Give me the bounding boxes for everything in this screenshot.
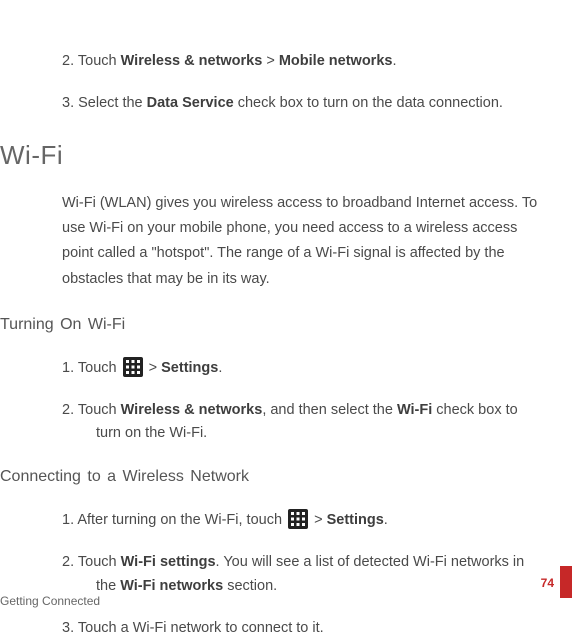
- text: Touch a Wi-Fi network to connect to it.: [78, 620, 324, 636]
- text: >: [145, 360, 162, 376]
- text: the: [96, 578, 120, 594]
- text: After turning on the Wi-Fi, touch: [77, 512, 286, 528]
- bold-text: Settings: [327, 512, 384, 528]
- bold-text: Mobile networks: [279, 53, 393, 69]
- text: Touch: [78, 53, 121, 69]
- bold-text: Wi-Fi: [397, 402, 432, 418]
- bold-text: Data Service: [147, 95, 234, 111]
- text: Select the: [78, 95, 147, 111]
- bold-text: Wi-Fi networks: [120, 578, 223, 594]
- text: Touch: [78, 360, 121, 376]
- list-item: 2. Touch Wireless & networks > Mobile ne…: [62, 50, 542, 74]
- page-number: 74: [541, 576, 554, 590]
- bold-text: Wireless & networks: [121, 53, 263, 69]
- step-number: 3.: [62, 620, 74, 636]
- apps-grid-icon: [123, 357, 143, 377]
- text: , and then select the: [262, 402, 397, 418]
- step-number: 2.: [62, 554, 74, 570]
- text: check box to turn on the data connection…: [234, 95, 503, 111]
- list-item: 3. Touch a Wi-Fi network to connect to i…: [62, 617, 542, 640]
- text: .: [218, 360, 222, 376]
- heading-wifi: Wi-Fi: [0, 134, 542, 177]
- list-item: 1. Touch > Settings.: [62, 357, 542, 381]
- list-item: 1. After turning on the Wi-Fi, touch > S…: [62, 509, 542, 533]
- step-number: 1.: [62, 512, 74, 528]
- bold-text: Settings: [161, 360, 218, 376]
- step-number: 2.: [62, 53, 74, 69]
- text: section.: [223, 578, 277, 594]
- list-item: 2. Touch Wi-Fi settings. You will see a …: [62, 551, 542, 599]
- text: check box to: [432, 402, 517, 418]
- text: turn on the Wi-Fi.: [62, 422, 542, 446]
- list-item: 3. Select the Data Service check box to …: [62, 92, 542, 116]
- text: Touch: [78, 402, 121, 418]
- step-number: 2.: [62, 402, 74, 418]
- text: .: [384, 512, 388, 528]
- list-item: 2. Touch Wireless & networks, and then s…: [62, 399, 542, 447]
- bold-text: Wireless & networks: [121, 402, 263, 418]
- text: >: [262, 53, 279, 69]
- apps-grid-icon: [288, 509, 308, 529]
- footer-text: Getting Connected: [0, 594, 100, 608]
- step-number: 1.: [62, 360, 74, 376]
- heading-connecting: Connecting to a Wireless Network: [0, 464, 542, 490]
- page-content: 2. Touch Wireless & networks > Mobile ne…: [0, 0, 572, 640]
- text: . You will see a list of detected Wi-Fi …: [216, 554, 525, 570]
- text: .: [392, 53, 396, 69]
- heading-turning-on: Turning On Wi-Fi: [0, 312, 542, 338]
- paragraph: Wi-Fi (WLAN) gives you wireless access t…: [62, 191, 542, 293]
- text: Touch: [78, 554, 121, 570]
- text: >: [310, 512, 327, 528]
- step-number: 3.: [62, 95, 74, 111]
- side-tab-marker: [560, 566, 572, 598]
- bold-text: Wi-Fi settings: [121, 554, 216, 570]
